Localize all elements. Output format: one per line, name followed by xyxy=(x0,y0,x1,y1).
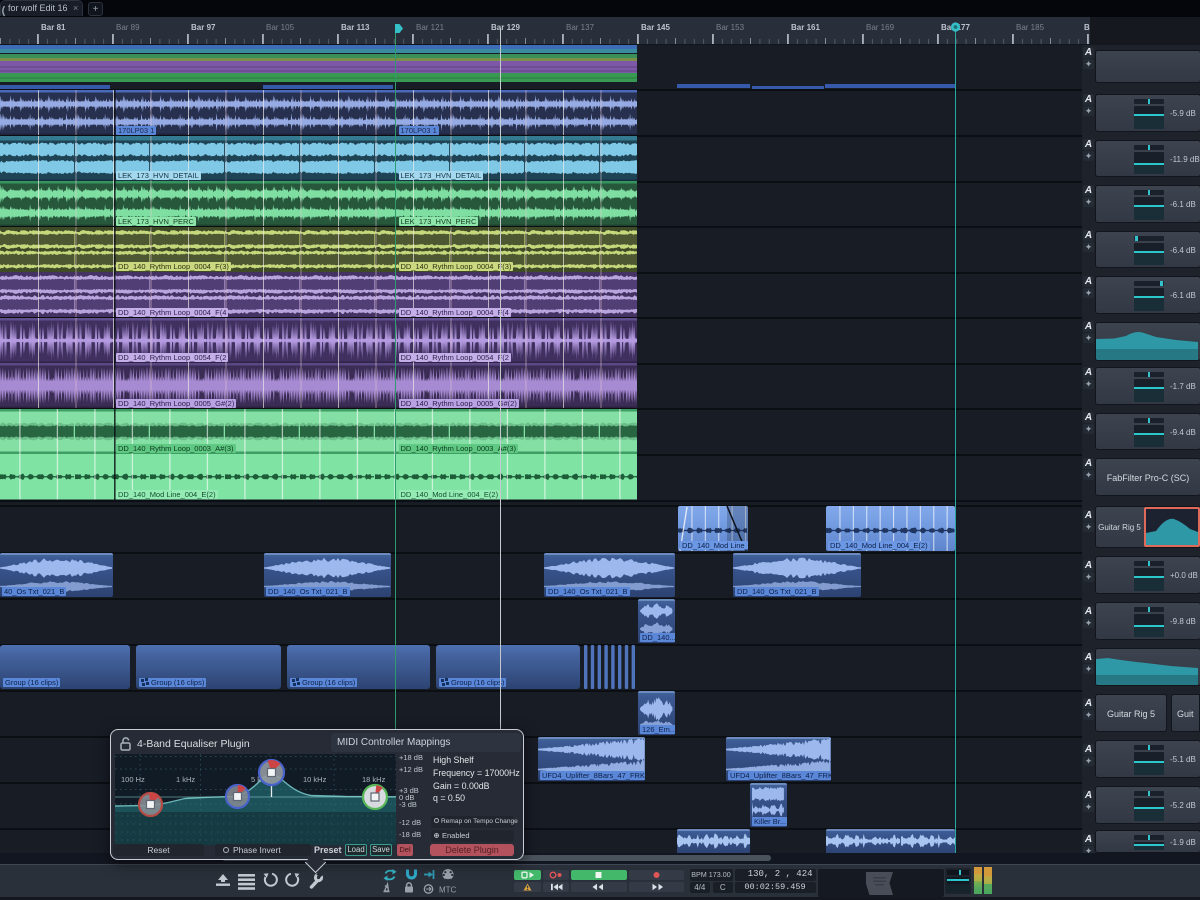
svg-text:MTC: MTC xyxy=(439,886,457,895)
